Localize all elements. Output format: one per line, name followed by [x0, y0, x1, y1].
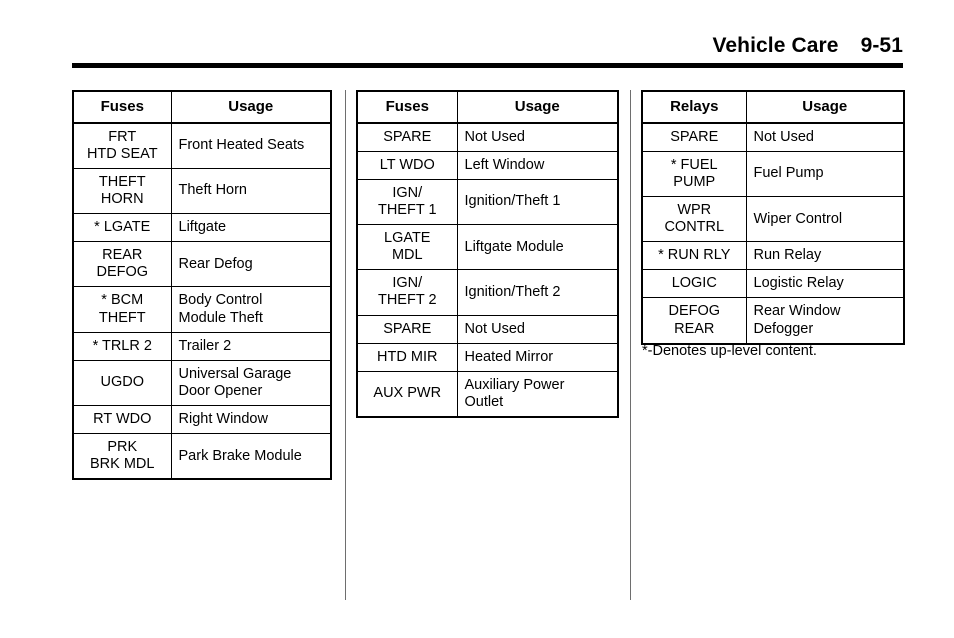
- table-row: IGN/ THEFT 2 Ignition/Theft 2: [356, 269, 619, 316]
- cell-usage: Ignition/Theft 1: [456, 178, 619, 226]
- column-header-code: Fuses: [72, 90, 172, 124]
- cell-usage: Left Window: [456, 150, 619, 180]
- cell-usage: Front Heated Seats: [170, 122, 332, 169]
- table-body: FRT HTD SEAT Front Heated Seats THEFT HORN…: [72, 122, 332, 480]
- table-body: SPARE Not Used LT WDO Left Window IGN/ THEFT…: [356, 122, 619, 418]
- cell-code: HTD MIR: [356, 342, 458, 372]
- footnote: *-Denotes up-level content.: [642, 343, 817, 359]
- cell-code: LOGIC: [641, 269, 747, 299]
- column-divider-left: [345, 90, 346, 600]
- table-header-row: Fuses Usage: [72, 90, 332, 124]
- table-row: SPARE Not Used: [641, 122, 905, 152]
- cell-usage: Right Window: [170, 404, 332, 435]
- table-row: SPARE Not Used: [356, 122, 619, 152]
- header-rule: [72, 63, 903, 68]
- cell-code: * LGATE: [72, 213, 172, 243]
- cell-usage: Wiper Control: [745, 196, 905, 243]
- cell-usage: Liftgate: [170, 213, 332, 243]
- table-row: AUX PWR Auxiliary Power Outlet: [356, 370, 619, 418]
- table-row: * LGATE Liftgate: [72, 213, 332, 243]
- table-row: REAR DEFOG Rear Defog: [72, 241, 332, 288]
- cell-usage: Not Used: [745, 122, 905, 152]
- column-divider-right: [630, 90, 631, 600]
- cell-code: SPARE: [356, 314, 458, 344]
- column-header-usage: Usage: [456, 90, 619, 124]
- table-row: UGDO Universal Garage Door Opener: [72, 359, 332, 407]
- fuse-table-1: Fuses Usage FRT HTD SEAT Front Heated Sea…: [72, 90, 332, 481]
- cell-code: DEFOG REAR: [641, 297, 747, 345]
- cell-usage: Heated Mirror: [456, 342, 619, 372]
- cell-code: WPR CONTRL: [641, 196, 747, 243]
- page-title: Vehicle Care: [712, 34, 839, 57]
- cell-usage: Run Relay: [745, 241, 905, 271]
- column-header-usage: Usage: [170, 90, 332, 124]
- page-number: 9-51: [860, 34, 903, 57]
- table-header-row: Fuses Usage: [356, 90, 619, 124]
- table-row: DEFOG REAR Rear Window Defogger: [641, 297, 905, 345]
- cell-code: PRK BRK MDL: [72, 433, 172, 480]
- table-row: WPR CONTRL Wiper Control: [641, 196, 905, 243]
- column-header-code: Fuses: [356, 90, 458, 124]
- cell-usage: Logistic Relay: [745, 269, 905, 299]
- cell-code: * FUEL PUMP: [641, 150, 747, 198]
- fuse-table-2: Fuses Usage SPARE Not Used LT WDO Left Wind…: [356, 90, 619, 418]
- table-row: FRT HTD SEAT Front Heated Seats: [72, 122, 332, 169]
- cell-code: FRT HTD SEAT: [72, 122, 172, 169]
- cell-code: IGN/ THEFT 2: [356, 269, 458, 316]
- cell-usage: Not Used: [456, 314, 619, 344]
- table-row: * FUEL PUMP Fuel Pump: [641, 150, 905, 198]
- cell-usage: Trailer 2: [170, 331, 332, 361]
- table-body: SPARE Not Used * FUEL PUMP Fuel Pump WPR CON…: [641, 122, 905, 345]
- cell-code: AUX PWR: [356, 370, 458, 418]
- cell-code: LGATE MDL: [356, 224, 458, 271]
- cell-usage: Fuel Pump: [745, 150, 905, 198]
- cell-code: REAR DEFOG: [72, 241, 172, 288]
- table-row: LT WDO Left Window: [356, 150, 619, 180]
- cell-code: RT WDO: [72, 404, 172, 435]
- cell-code: * TRLR 2: [72, 331, 172, 361]
- table-header-row: Relays Usage: [641, 90, 905, 124]
- table-row: PRK BRK MDL Park Brake Module: [72, 433, 332, 480]
- cell-code: UGDO: [72, 359, 172, 407]
- cell-usage: Not Used: [456, 122, 619, 152]
- cell-code: LT WDO: [356, 150, 458, 180]
- cell-usage: Auxiliary Power Outlet: [456, 370, 619, 418]
- relay-table-3: Relays Usage SPARE Not Used * FUEL PUMP Fue…: [641, 90, 905, 345]
- table-row: SPARE Not Used: [356, 314, 619, 344]
- cell-usage: Rear Defog: [170, 241, 332, 288]
- cell-code: * RUN RLY: [641, 241, 747, 271]
- cell-code: THEFT HORN: [72, 167, 172, 215]
- cell-usage: Park Brake Module: [170, 433, 332, 480]
- table-row: * RUN RLY Run Relay: [641, 241, 905, 271]
- table-row: * BCM THEFT Body Control Module Theft: [72, 286, 332, 333]
- cell-usage: Rear Window Defogger: [745, 297, 905, 345]
- cell-usage: Universal Garage Door Opener: [170, 359, 332, 407]
- table-row: THEFT HORN Theft Horn: [72, 167, 332, 215]
- cell-code: SPARE: [356, 122, 458, 152]
- page-header: Vehicle Care 9-51: [72, 34, 903, 68]
- cell-usage: Theft Horn: [170, 167, 332, 215]
- table-row: IGN/ THEFT 1 Ignition/Theft 1: [356, 178, 619, 226]
- cell-usage: Liftgate Module: [456, 224, 619, 271]
- table-row: RT WDO Right Window: [72, 404, 332, 435]
- table-row: * TRLR 2 Trailer 2: [72, 331, 332, 361]
- column-header-usage: Usage: [745, 90, 905, 124]
- cell-usage: Ignition/Theft 2: [456, 269, 619, 316]
- column-header-code: Relays: [641, 90, 747, 124]
- table-row: LGATE MDL Liftgate Module: [356, 224, 619, 271]
- table-row: HTD MIR Heated Mirror: [356, 342, 619, 372]
- header-text-group: Vehicle Care 9-51: [712, 34, 903, 58]
- cell-code: SPARE: [641, 122, 747, 152]
- cell-code: * BCM THEFT: [72, 286, 172, 333]
- cell-usage: Body Control Module Theft: [170, 286, 332, 333]
- cell-code: IGN/ THEFT 1: [356, 178, 458, 226]
- table-row: LOGIC Logistic Relay: [641, 269, 905, 299]
